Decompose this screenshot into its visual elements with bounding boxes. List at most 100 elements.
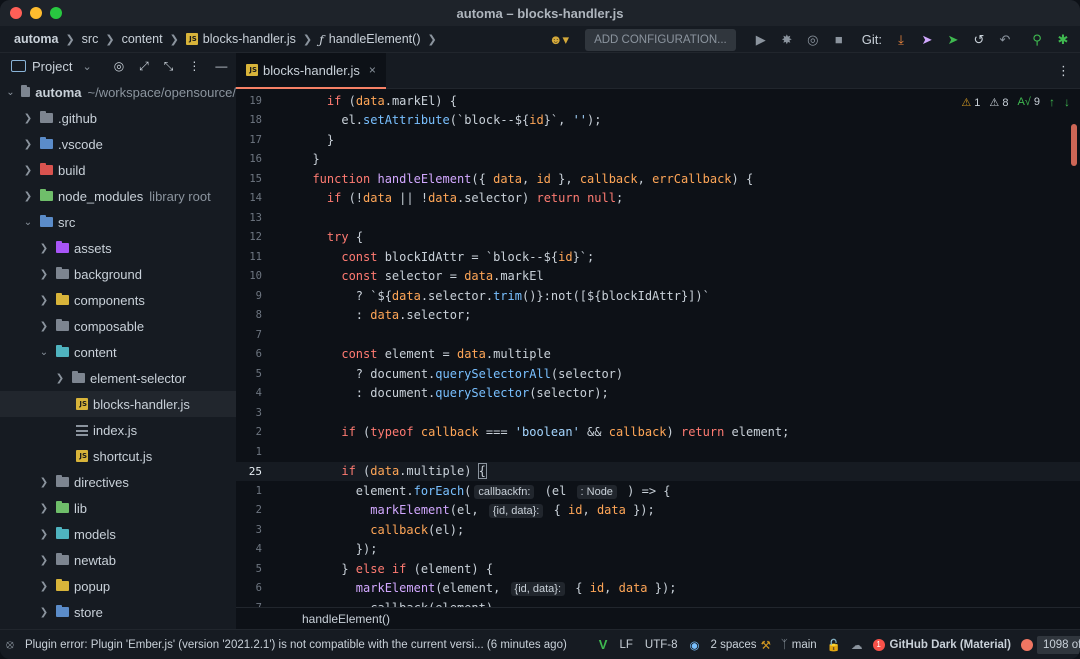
tree-item[interactable]: ❯ .github	[0, 105, 236, 131]
breadcrumb-content[interactable]: content	[122, 32, 163, 46]
code-line[interactable]: 3 callback(el);	[236, 520, 1080, 540]
tree-item[interactable]: ⌄ content	[0, 339, 236, 365]
code-line[interactable]: 16 }	[236, 150, 1080, 170]
chevron-right-icon[interactable]: ❯	[22, 139, 34, 150]
chevron-right-icon[interactable]: ❯	[38, 321, 50, 332]
debug-icon[interactable]: ✸	[780, 32, 794, 48]
tree-item[interactable]: ❯ .vscode	[0, 131, 236, 157]
code-line[interactable]: 18 el.setAttribute(`block--${id}`, '');	[236, 111, 1080, 131]
editor-breadcrumb-function[interactable]: handleElement()	[302, 612, 390, 626]
code-line[interactable]: 10 const selector = data.markEl	[236, 267, 1080, 287]
tree-item[interactable]: JS blocks-handler.js	[0, 391, 236, 417]
chevron-right-icon[interactable]: ❯	[38, 503, 50, 514]
code-line[interactable]: 25 if (data.multiple) {	[236, 461, 1080, 481]
code-line[interactable]: 12 try {	[236, 228, 1080, 248]
chevron-right-icon[interactable]: ❯	[54, 373, 66, 384]
code-line[interactable]: 1 element.forEach(callbackfn: (el : Node…	[236, 481, 1080, 501]
file-encoding[interactable]: UTF-8	[645, 639, 678, 651]
run-icon[interactable]: ▶	[754, 32, 768, 48]
tree-item[interactable]: ❯ components	[0, 287, 236, 313]
theme-indicator[interactable]: 1 GitHub Dark (Material)	[872, 638, 1011, 651]
tool-windows-icon[interactable]: ⦻	[6, 637, 19, 652]
tree-item[interactable]: ❯ background	[0, 261, 236, 287]
tree-item[interactable]: JS shortcut.js	[0, 443, 236, 469]
tree-item[interactable]: ❯ store	[0, 599, 236, 625]
code-line[interactable]: 13	[236, 208, 1080, 228]
close-icon[interactable]: ×	[369, 63, 376, 77]
code-line[interactable]: 7 callback(element)	[236, 598, 1080, 607]
code-line[interactable]: 19 if (data.markEl) {	[236, 91, 1080, 111]
chevron-down-icon[interactable]: ⌄	[38, 347, 50, 358]
code-editor[interactable]: ⚠ 1 ⚠ 8 A√ 9 ↑ ↓ 19 if (data.markEl) {18…	[236, 89, 1080, 607]
chevron-right-icon[interactable]: ❯	[22, 165, 34, 176]
chevron-down-icon[interactable]: ⌄	[82, 60, 91, 73]
git-history-icon[interactable]: ↺	[972, 32, 986, 48]
settings-icon[interactable]: ✱	[1056, 32, 1070, 48]
vue-icon[interactable]: V	[599, 637, 608, 652]
chevron-down-icon[interactable]: ⌄	[6, 87, 15, 98]
tree-item[interactable]: ❯ node_modules library root	[0, 183, 236, 209]
code-line[interactable]: 6 markElement(element, {id, data}: { id,…	[236, 579, 1080, 599]
code-line[interactable]: 4 : document.querySelector(selector);	[236, 384, 1080, 404]
code-line[interactable]: 6 const element = data.multiple	[236, 345, 1080, 365]
chevron-right-icon[interactable]: ❯	[38, 581, 50, 592]
tree-item[interactable]: ❯ lib	[0, 495, 236, 521]
chevron-right-icon[interactable]: ❯	[38, 529, 50, 540]
breadcrumb-src[interactable]: src	[82, 32, 99, 46]
minimize-window-button[interactable]	[30, 7, 42, 19]
breadcrumb-project[interactable]: automa	[14, 32, 58, 46]
git-commit-icon[interactable]: ➤	[920, 32, 934, 48]
code-line[interactable]: 5 } else if (element) {	[236, 559, 1080, 579]
line-ending[interactable]: LF	[619, 639, 632, 651]
code-line[interactable]: 7	[236, 325, 1080, 345]
code-line[interactable]: 2 markElement(el, {id, data}: { id, data…	[236, 501, 1080, 521]
collapse-all-icon[interactable]: ⤡	[164, 59, 174, 74]
chevron-down-icon[interactable]: ⌄	[22, 217, 34, 228]
code-line[interactable]: 17 }	[236, 130, 1080, 150]
git-rollback-icon[interactable]: ↶	[998, 32, 1012, 48]
git-branch[interactable]: main	[792, 639, 817, 651]
chevron-right-icon[interactable]: ❯	[38, 607, 50, 618]
git-push-icon[interactable]: ➤	[946, 32, 960, 48]
locate-icon[interactable]: ◎	[114, 59, 124, 73]
lock-icon[interactable]: 🔓	[827, 638, 841, 652]
chevron-right-icon[interactable]: ❯	[38, 243, 50, 254]
tree-item[interactable]: ❯ element-selector	[0, 365, 236, 391]
breadcrumb-function[interactable]: handleElement()	[329, 32, 421, 46]
code-line[interactable]: 9 ? `${data.selector.trim()}:not([${bloc…	[236, 286, 1080, 306]
zoom-window-button[interactable]	[50, 7, 62, 19]
tree-item[interactable]: ❯ assets	[0, 235, 236, 261]
close-window-button[interactable]	[10, 7, 22, 19]
tree-item[interactable]: ❯ models	[0, 521, 236, 547]
chevron-right-icon[interactable]: ❯	[38, 555, 50, 566]
chevron-right-icon[interactable]: ❯	[38, 477, 50, 488]
status-message[interactable]: Plugin error: Plugin 'Ember.js' (version…	[25, 639, 567, 651]
coverage-icon[interactable]: ◎	[806, 32, 820, 48]
hide-panel-icon[interactable]: —	[215, 59, 227, 73]
code-line[interactable]: 11 const blockIdAttr = `block--${id}`;	[236, 247, 1080, 267]
search-icon[interactable]: ⚲	[1030, 32, 1044, 48]
more-options-icon[interactable]: ⋮	[188, 59, 200, 73]
tree-item[interactable]: index.js	[0, 417, 236, 443]
code-line[interactable]: 4 });	[236, 540, 1080, 560]
chevron-right-icon[interactable]: ❯	[22, 113, 34, 124]
git-update-icon[interactable]: ⤓	[894, 32, 908, 48]
code-line[interactable]: 14 if (!data || !data.selector) return n…	[236, 189, 1080, 209]
tree-item[interactable]: ❯ popup	[0, 573, 236, 599]
memory-indicator[interactable]: 1098 of 2048M	[1020, 635, 1080, 654]
tree-item[interactable]: ❯ composable	[0, 313, 236, 339]
breadcrumb-file[interactable]: blocks-handler.js	[203, 32, 296, 46]
tree-item[interactable]: ⌄ src	[0, 209, 236, 235]
code-line[interactable]: 1	[236, 442, 1080, 462]
chevron-right-icon[interactable]: ❯	[38, 295, 50, 306]
expand-all-icon[interactable]: ⤢	[139, 59, 149, 74]
code-line[interactable]: 5 ? document.querySelectorAll(selector)	[236, 364, 1080, 384]
indent-setting[interactable]: 2 spaces	[711, 639, 757, 651]
chevron-right-icon[interactable]: ❯	[22, 191, 34, 202]
project-panel-title[interactable]: Project	[32, 59, 72, 74]
tree-item[interactable]: ❯ newtab	[0, 547, 236, 573]
add-configuration-button[interactable]: ADD CONFIGURATION...	[585, 28, 736, 51]
code-line[interactable]: 8 : data.selector;	[236, 306, 1080, 326]
stop-icon[interactable]: ■	[832, 32, 846, 47]
code-line[interactable]: 2 if (typeof callback === 'boolean' && c…	[236, 423, 1080, 443]
